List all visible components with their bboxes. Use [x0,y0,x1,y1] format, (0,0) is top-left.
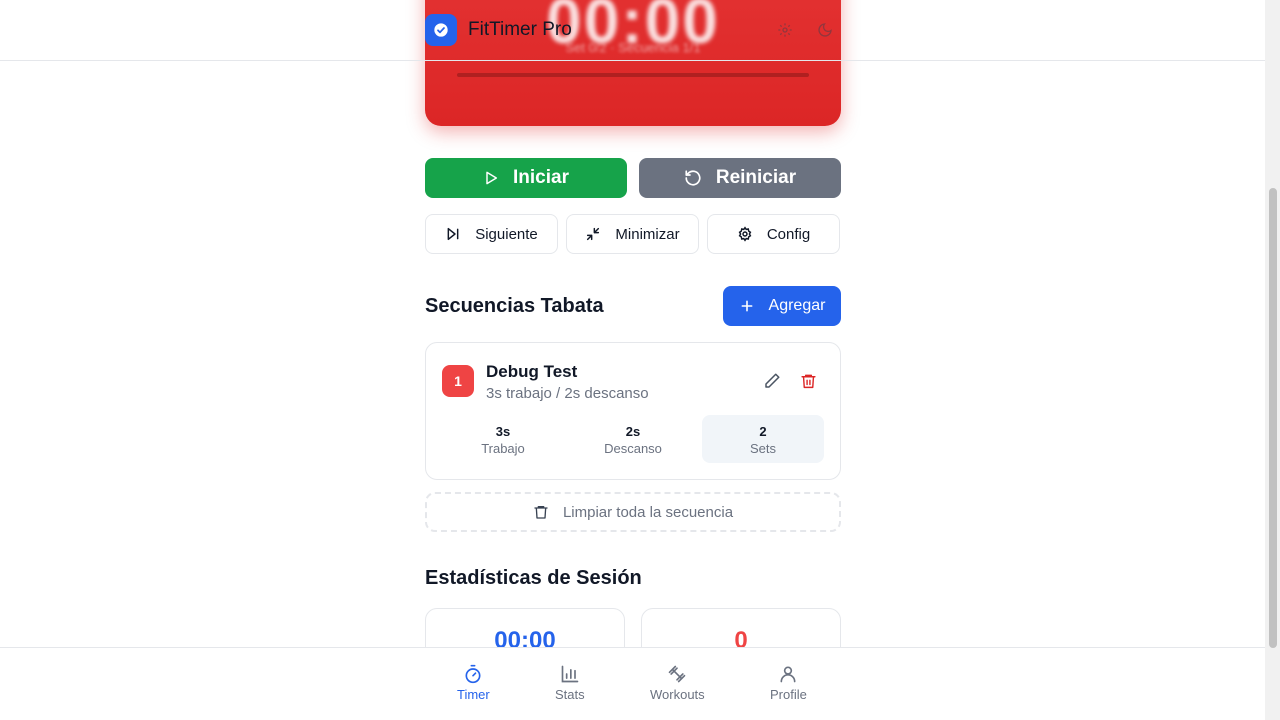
scrollbar-thumb[interactable] [1269,188,1277,648]
pencil-icon [765,373,780,388]
sequence-number-badge: 1 [442,365,474,397]
reset-button-label: Reiniciar [715,167,797,188]
sequence-description: 3s trabajo / 2s descanso [486,385,649,402]
reset-button[interactable]: Reiniciar [639,158,841,198]
skip-forward-icon [447,227,459,241]
play-icon [486,171,498,185]
sequence-name: Debug Test [486,362,578,381]
dumbbell-icon [668,665,686,683]
gear-icon [778,23,792,37]
timer-icon [465,664,481,684]
rotate-ccw-icon [685,170,701,186]
minimize-button[interactable]: Minimizar [566,214,699,254]
nav-item-timer[interactable]: Timer [457,664,490,702]
nav-label: Timer [457,687,490,702]
app-header: FitTimer Pro [0,0,1265,61]
moon-icon [818,23,832,37]
config-button[interactable]: Config [707,214,840,254]
stat-label: Descanso [604,441,662,456]
theme-toggle-button[interactable] [815,20,835,40]
gear-icon [738,226,752,242]
page-scrollbar[interactable] [1265,0,1280,720]
sequence-stat-work: 3s Trabajo [442,415,564,463]
next-button-label: Siguiente [475,225,538,243]
add-sequence-button[interactable]: Agregar [723,286,841,326]
start-button-label: Iniciar [513,167,569,188]
stat-value: 3s [495,424,511,439]
edit-sequence-button[interactable] [763,372,781,390]
delete-sequence-button[interactable] [800,372,817,390]
sequence-stat-sets: 2 Sets [702,415,824,463]
stat-label: Trabajo [481,441,525,456]
user-icon [780,666,796,683]
app-title: FitTimer Pro [468,19,572,40]
sequences-title: Secuencias Tabata [425,295,604,317]
trash-icon [534,506,548,519]
stat-label: Sets [749,441,776,456]
start-button[interactable]: Iniciar [425,158,627,198]
bar-chart-icon [561,665,579,683]
nav-item-workouts[interactable]: Workouts [650,664,705,702]
timer-progress-bar [457,73,809,77]
trash-icon [801,374,816,389]
minimize-button-label: Minimizar [615,225,680,243]
clear-sequence-button[interactable]: Limpiar toda la secuencia [425,492,841,532]
nav-item-stats[interactable]: Stats [555,664,585,702]
nav-label: Workouts [650,687,705,702]
sequence-card: 1 Debug Test 3s trabajo / 2s descanso 3s… [425,342,841,480]
config-button-label: Config [766,225,811,243]
settings-button[interactable] [775,20,795,40]
stat-value: 2 [759,424,767,439]
next-button[interactable]: Siguiente [425,214,558,254]
nav-label: Stats [555,687,585,702]
stat-value: 2s [625,424,641,439]
session-stats-title: Estadísticas de Sesión [425,567,642,589]
nav-label: Profile [770,687,807,702]
add-sequence-label: Agregar [768,297,826,314]
clear-sequence-label: Limpiar toda la secuencia [562,503,734,521]
minimize-icon [587,227,600,241]
sequence-stat-rest: 2s Descanso [572,415,694,463]
check-circle-icon [434,23,448,37]
nav-item-profile[interactable]: Profile [770,664,807,702]
plus-icon [741,300,752,312]
bottom-nav: Timer Stats Workouts Profile [0,647,1265,720]
app-logo [425,14,457,46]
